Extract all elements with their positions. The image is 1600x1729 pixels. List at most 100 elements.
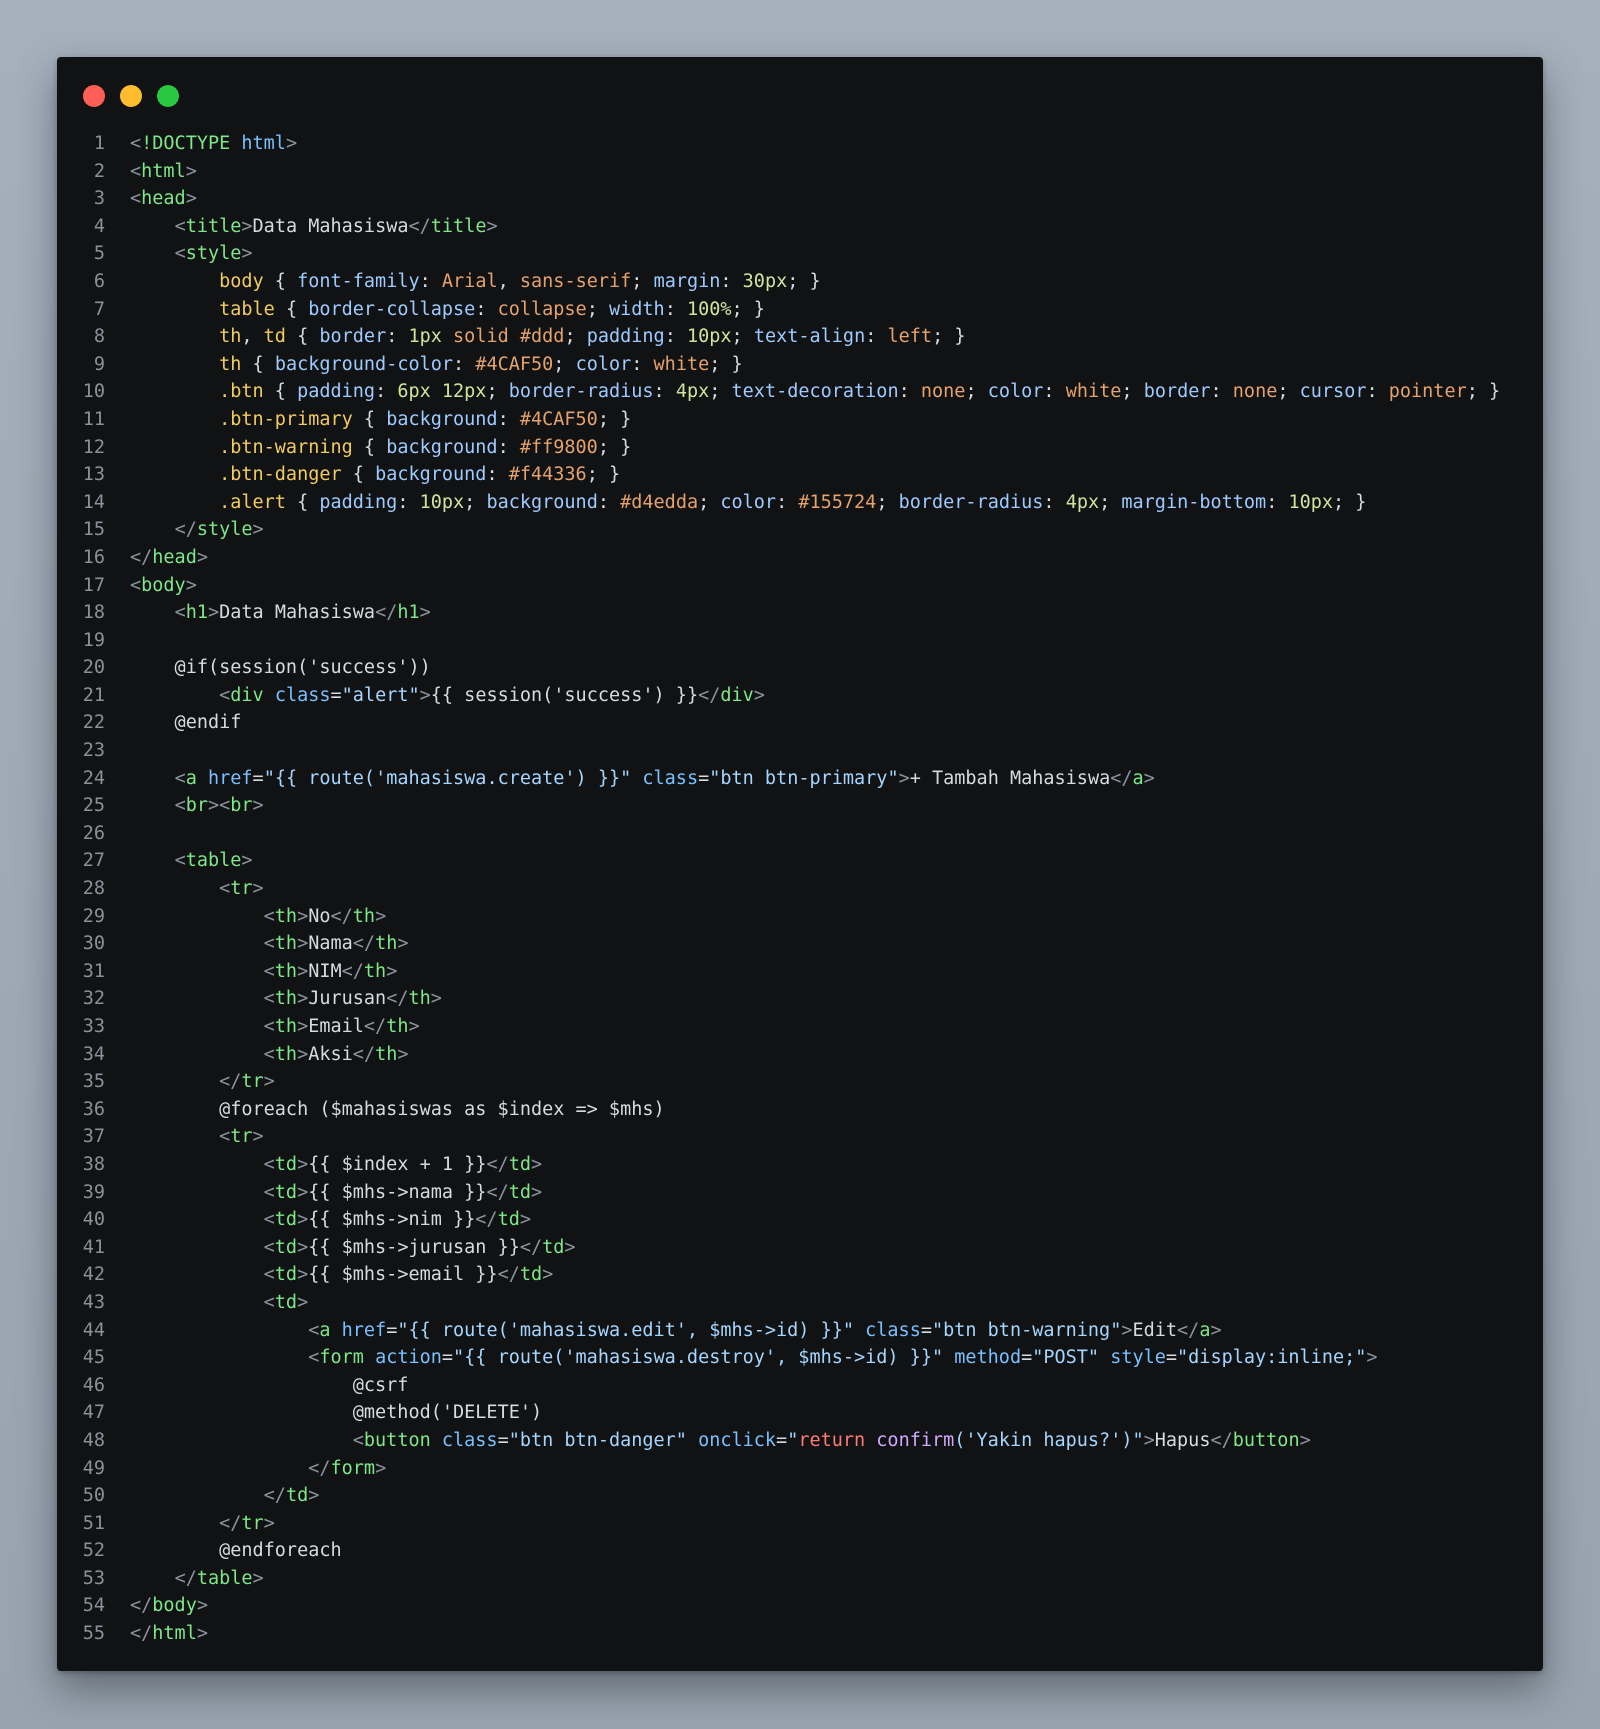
code-token: , (241, 326, 264, 348)
line-number: 33 (82, 1016, 105, 1037)
code-token: > (252, 795, 264, 817)
code-token: class (441, 1429, 498, 1451)
code-token: "{{ route('mahasiswa.destroy', $mhs->id)… (453, 1347, 944, 1369)
code-token: </ (1177, 1319, 1200, 1341)
code-token: > (207, 602, 220, 624)
code-token: div (230, 684, 264, 706)
code-token: > (375, 905, 387, 927)
line-number: 23 (82, 740, 105, 762)
code-token: : (475, 298, 498, 320)
code-line: 47 @method('DELETE') (57, 1399, 1543, 1427)
code-token: : (597, 491, 621, 513)
line-number: 16 (82, 546, 105, 568)
code-token: th (274, 1043, 298, 1065)
code-text: <tr> (130, 1123, 264, 1151)
code-token: td (274, 1264, 298, 1286)
code-token: background (386, 436, 498, 458)
code-token: { (352, 408, 387, 430)
code-token: {{ $mhs->jurusan }} (308, 1236, 520, 1258)
maximize-button[interactable] (157, 85, 179, 107)
code-token: > (531, 1181, 543, 1203)
code-token: </ (375, 602, 398, 624)
code-token: < (263, 1016, 275, 1037)
code-text: </body> (130, 1592, 208, 1620)
code-token: title (430, 215, 487, 237)
code-text: @endforeach (130, 1537, 342, 1565)
code-token: < (263, 1264, 275, 1286)
code-token: > (185, 188, 197, 210)
code-line: 36 @foreach ($mahasiswas as $index => $m… (57, 1096, 1543, 1124)
line-number: 12 (82, 436, 105, 458)
code-token: 10px (1288, 491, 1334, 513)
code-line: 23 (57, 737, 1543, 765)
code-token: > (252, 1126, 264, 1148)
close-button[interactable] (83, 85, 105, 107)
minimize-button[interactable] (120, 85, 142, 107)
code-token: > (397, 1043, 409, 1065)
code-token: >< (207, 795, 231, 817)
code-token: td (497, 1209, 520, 1231)
code-token: > (297, 1043, 309, 1065)
code-token: > (241, 215, 253, 237)
code-line: 16 </head> (57, 544, 1543, 572)
code-line: 21 <div class="alert">{{ session('succes… (57, 682, 1543, 710)
line-number: 8 (93, 326, 105, 348)
code-token: th (219, 326, 242, 348)
code-token: br (230, 795, 253, 817)
code-token: style (196, 519, 253, 541)
code-text: </table> (130, 1565, 264, 1593)
line-number: 52 (82, 1540, 105, 1562)
code-line: 19 (57, 627, 1543, 655)
code-token: ; (631, 270, 654, 292)
code-token: none (1232, 381, 1278, 403)
code-token: > (1366, 1347, 1378, 1369)
code-token: border (319, 326, 387, 348)
code-token: Data Mahasiswa (219, 602, 376, 624)
code-token: </ (219, 1512, 242, 1534)
code-token: > (252, 878, 264, 900)
code-line: 24 <a href="{{ route('mahasiswa.create')… (57, 765, 1543, 793)
line-number: 19 (82, 629, 105, 651)
code-token: > (486, 215, 498, 237)
code-token: = (497, 1429, 509, 1451)
code-token: > (241, 243, 253, 265)
code-token: @foreach ($mahasiswas as $index => $mhs) (130, 1098, 665, 1120)
code-token: </ (698, 684, 721, 706)
code-token: > (397, 933, 409, 955)
code-token: ('Yakin hapus?')" (954, 1429, 1144, 1451)
code-token: border-radius (898, 491, 1044, 513)
code-token: > (1121, 1319, 1133, 1341)
code-token: margin (653, 270, 721, 292)
code-text: </tr> (130, 1068, 275, 1096)
code-editor[interactable]: 1 <!DOCTYPE html> 2 <html> 3 <head> 4 <title>D… (57, 130, 1543, 1648)
code-token: </ (519, 1236, 543, 1258)
code-token: </ (352, 933, 376, 955)
code-text: <div class="alert">{{ session('success')… (130, 682, 765, 710)
code-token: padding (319, 491, 398, 513)
code-text: <td>{{ $mhs->nim }}</td> (130, 1206, 531, 1234)
code-token: " (787, 1429, 799, 1451)
code-token: collapse (497, 298, 587, 320)
code-token: th (352, 905, 376, 927)
code-token: > (1210, 1319, 1222, 1341)
code-token: { (274, 298, 309, 320)
code-token: class (642, 767, 699, 789)
code-token: : (1043, 491, 1066, 513)
code-text: </tr> (130, 1510, 275, 1538)
code-token: #ff9800 (519, 436, 598, 458)
code-token: > (419, 684, 431, 706)
code-token: No (308, 905, 331, 927)
code-token: border (1143, 381, 1211, 403)
code-line: 54 </body> (57, 1592, 1543, 1620)
